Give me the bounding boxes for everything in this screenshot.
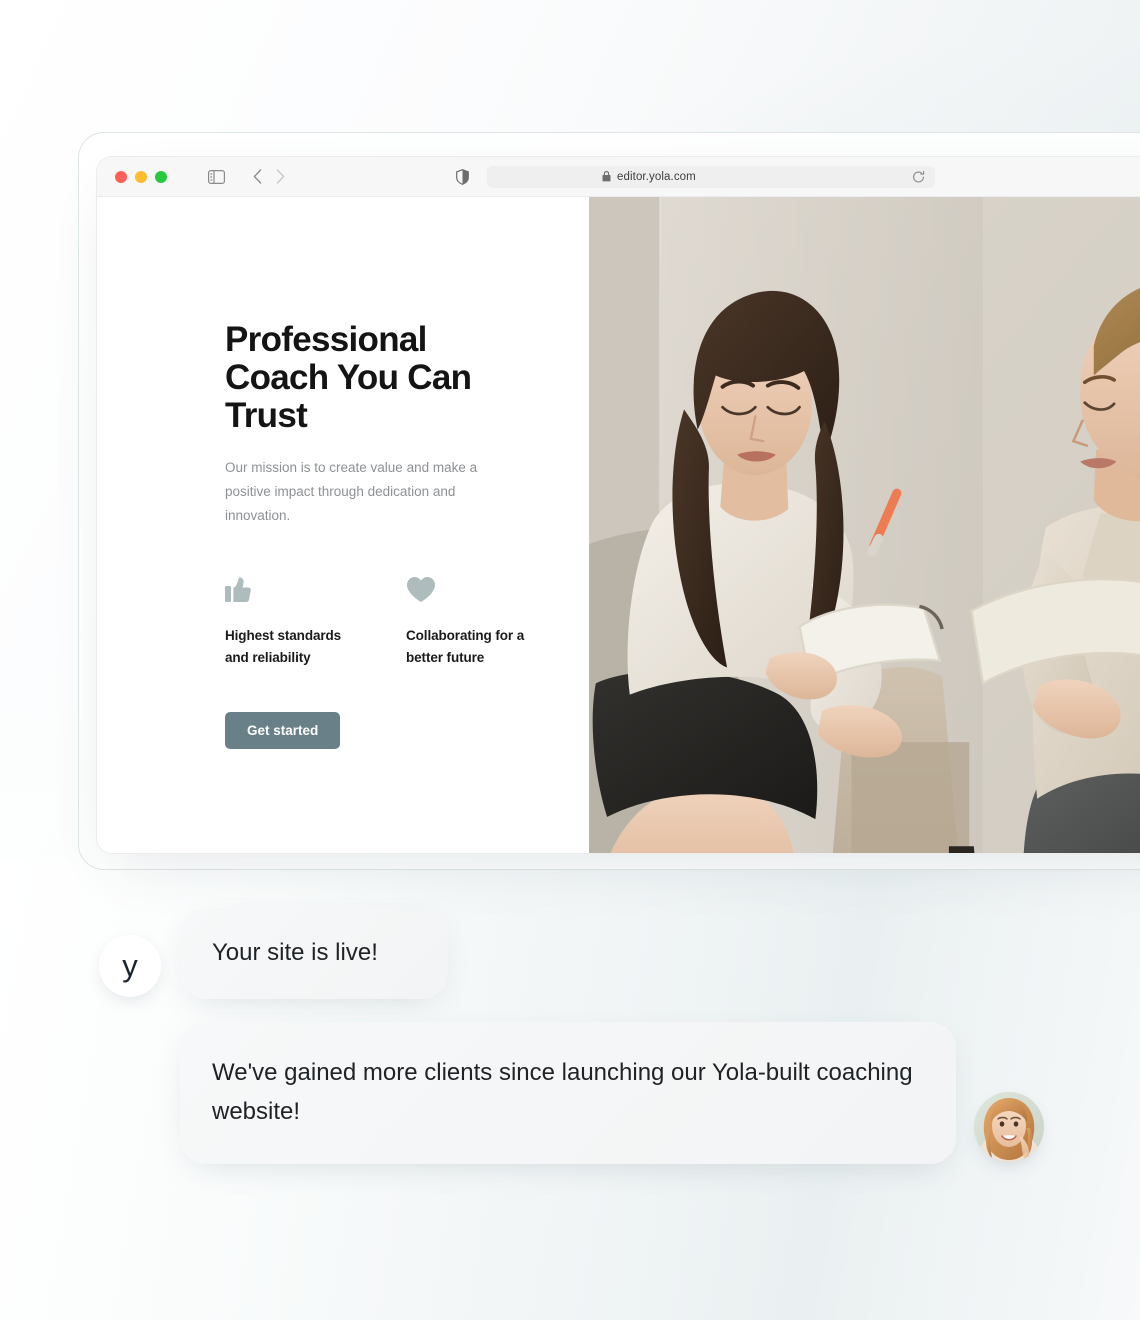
sidebar-toggle-icon[interactable] <box>208 169 225 184</box>
forward-chevron-icon <box>276 169 285 184</box>
hero-subtitle: Our mission is to create value and make … <box>225 460 478 524</box>
get-started-button[interactable]: Get started <box>225 712 341 750</box>
yola-logo-avatar: y <box>99 935 161 997</box>
feature-item-standards: Highest standards and reliability <box>225 573 344 669</box>
page-title: Professional Coach You Can Trust <box>225 320 472 435</box>
yola-logo-letter: y <box>122 947 138 983</box>
chat-bubble-testimonial: We've gained more clients since launchin… <box>180 1022 956 1164</box>
browser-toolbar: editor.yola.com <box>97 157 1140 197</box>
reload-icon[interactable] <box>912 170 925 183</box>
feature-item-collaboration: Collaborating for a better future <box>406 573 525 669</box>
chat-bubble-site-live: Your site is live! <box>180 908 448 999</box>
hero-text-column: Professional Coach You Can Trust Our mis… <box>97 197 589 853</box>
browser-window: editor.yola.com Professional Coach You C… <box>96 156 1140 854</box>
feature-label: Collaborating for a better future <box>406 628 525 666</box>
maximize-button[interactable] <box>155 170 167 183</box>
address-bar[interactable]: editor.yola.com <box>487 165 935 188</box>
thumbs-up-icon <box>225 573 344 603</box>
shield-icon[interactable] <box>456 168 469 185</box>
page-root: editor.yola.com Professional Coach You C… <box>0 0 1140 1320</box>
close-button[interactable] <box>115 170 127 183</box>
window-controls[interactable] <box>115 170 167 183</box>
client-avatar <box>974 1092 1044 1162</box>
hero-photo <box>589 197 1140 853</box>
lock-icon <box>602 171 611 182</box>
heart-icon <box>406 573 525 603</box>
url-text: editor.yola.com <box>617 170 696 183</box>
back-chevron-icon[interactable] <box>253 169 262 184</box>
feature-list: Highest standards and reliability Collab… <box>225 573 525 669</box>
minimize-button[interactable] <box>135 170 147 183</box>
site-viewport: Professional Coach You Can Trust Our mis… <box>97 197 1140 853</box>
feature-label: Highest standards and reliability <box>225 628 342 666</box>
